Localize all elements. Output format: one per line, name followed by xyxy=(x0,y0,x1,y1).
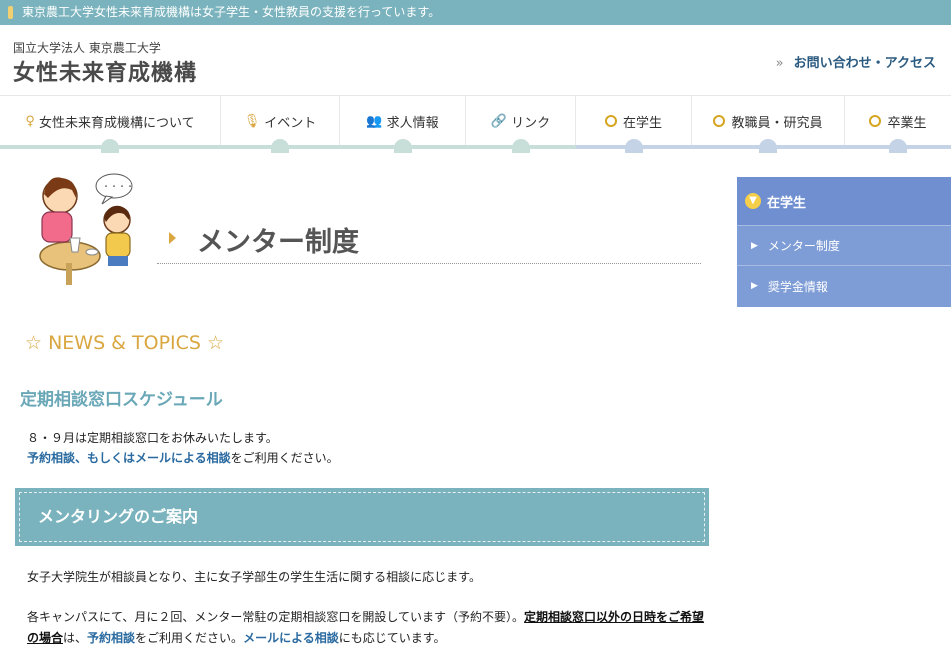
nav-jobs[interactable]: 👥 求人情報 xyxy=(340,96,466,153)
site-logo-title[interactable]: 女性未来育成機構 xyxy=(13,55,197,87)
nav-about[interactable]: ♀ 女性未来育成機構について xyxy=(0,96,221,153)
news-topics-heading: ☆ NEWS & TOPICS ☆ xyxy=(25,332,225,354)
mentor-illustration: ・・・・ xyxy=(22,168,147,288)
nav-links[interactable]: 🔗 リンク xyxy=(466,96,576,153)
contact-access-link[interactable]: » お問い合わせ・アクセス xyxy=(776,52,936,71)
double-chevron-icon: » xyxy=(775,56,784,71)
mentoring-intro-text: 女子大学院生が相談員となり、主に女子学部生の学生生活に関する相談に応じます。 xyxy=(27,570,481,584)
site-header: 国立大学法人 東京農工大学 女性未来育成機構 » お問い合わせ・アクセス xyxy=(0,25,951,95)
sidebar-menu: ▼ 在学生 ▶ メンター制度 ▶ 奨学金情報 xyxy=(737,177,951,307)
reservation-mail-link[interactable]: 予約相談、もしくはメールによる相談 xyxy=(27,451,231,465)
mentoring-banner-title: メンタリングのご案内 xyxy=(19,492,705,542)
microphone-icon: 🎙 xyxy=(243,113,261,129)
schedule-heading: 定期相談窓口スケジュール xyxy=(20,390,223,410)
sidebar-item-scholarship[interactable]: ▶ 奨学金情報 xyxy=(737,266,951,306)
nav-label: イベント xyxy=(264,115,317,131)
top-announcement-bar: 東京農工大学女性未来育成機構は女子学生・女性教員の支援を行っています。 xyxy=(0,0,951,25)
nav-alumni[interactable]: 卒業生 xyxy=(845,96,951,153)
page-title: メンター制度 xyxy=(197,227,359,258)
sidebar-heading[interactable]: ▼ 在学生 xyxy=(737,177,951,226)
nav-events[interactable]: 🎙 イベント xyxy=(221,96,340,153)
chevron-right-icon: ▶ xyxy=(751,240,758,251)
nav-label: リンク xyxy=(511,115,551,131)
mentoring-banner: メンタリングのご案内 xyxy=(15,488,709,546)
sidebar-item-mentor[interactable]: ▶ メンター制度 xyxy=(737,226,951,266)
nav-students[interactable]: 在学生 xyxy=(576,96,692,153)
ring-icon xyxy=(713,115,726,127)
chevron-down-icon: ▼ xyxy=(745,193,761,209)
org-subtitle: 国立大学法人 東京農工大学 xyxy=(13,41,161,55)
svg-text:・・・・: ・・・・ xyxy=(102,182,134,191)
nav-label: 求人情報 xyxy=(386,115,439,131)
nav-staff[interactable]: 教職員・研究員 xyxy=(692,96,845,153)
page-title-block: メンター制度 xyxy=(157,210,701,264)
nav-label: 卒業生 xyxy=(887,115,927,131)
reservation-link[interactable]: 予約相談 xyxy=(87,631,135,645)
announcement-text: 東京農工大学女性未来育成機構は女子学生・女性教員の支援を行っています。 xyxy=(22,5,441,19)
chevron-right-icon: ▶ xyxy=(751,281,758,291)
nav-label: 在学生 xyxy=(622,115,662,131)
main-navigation: ♀ 女性未来育成機構について 🎙 イベント 👥 求人情報 🔗 リンク 在学生 教… xyxy=(0,95,951,153)
triangle-bullet-icon xyxy=(169,232,176,244)
nav-label: 女性未来育成機構について xyxy=(38,115,195,131)
mail-consult-link[interactable]: メールによる相談 xyxy=(243,631,339,645)
nav-label: 教職員・研究員 xyxy=(731,115,823,131)
ring-icon xyxy=(604,115,617,127)
bar-marker-icon xyxy=(8,6,13,19)
ring-icon xyxy=(869,115,882,127)
mentoring-details-text: 各キャンパスにて、月に２回、メンター常駐の定期相談窓口を開設しています（予約不要… xyxy=(27,610,705,645)
nav-underline xyxy=(0,145,951,149)
users-icon: 👥 xyxy=(366,113,383,129)
person-icon: ♀ xyxy=(25,113,35,129)
schedule-text: ８・９月は定期相談窓口をお休みいたします。 予約相談、もしくはメールによる相談を… xyxy=(27,431,339,465)
link-icon: 🔗 xyxy=(490,113,508,129)
